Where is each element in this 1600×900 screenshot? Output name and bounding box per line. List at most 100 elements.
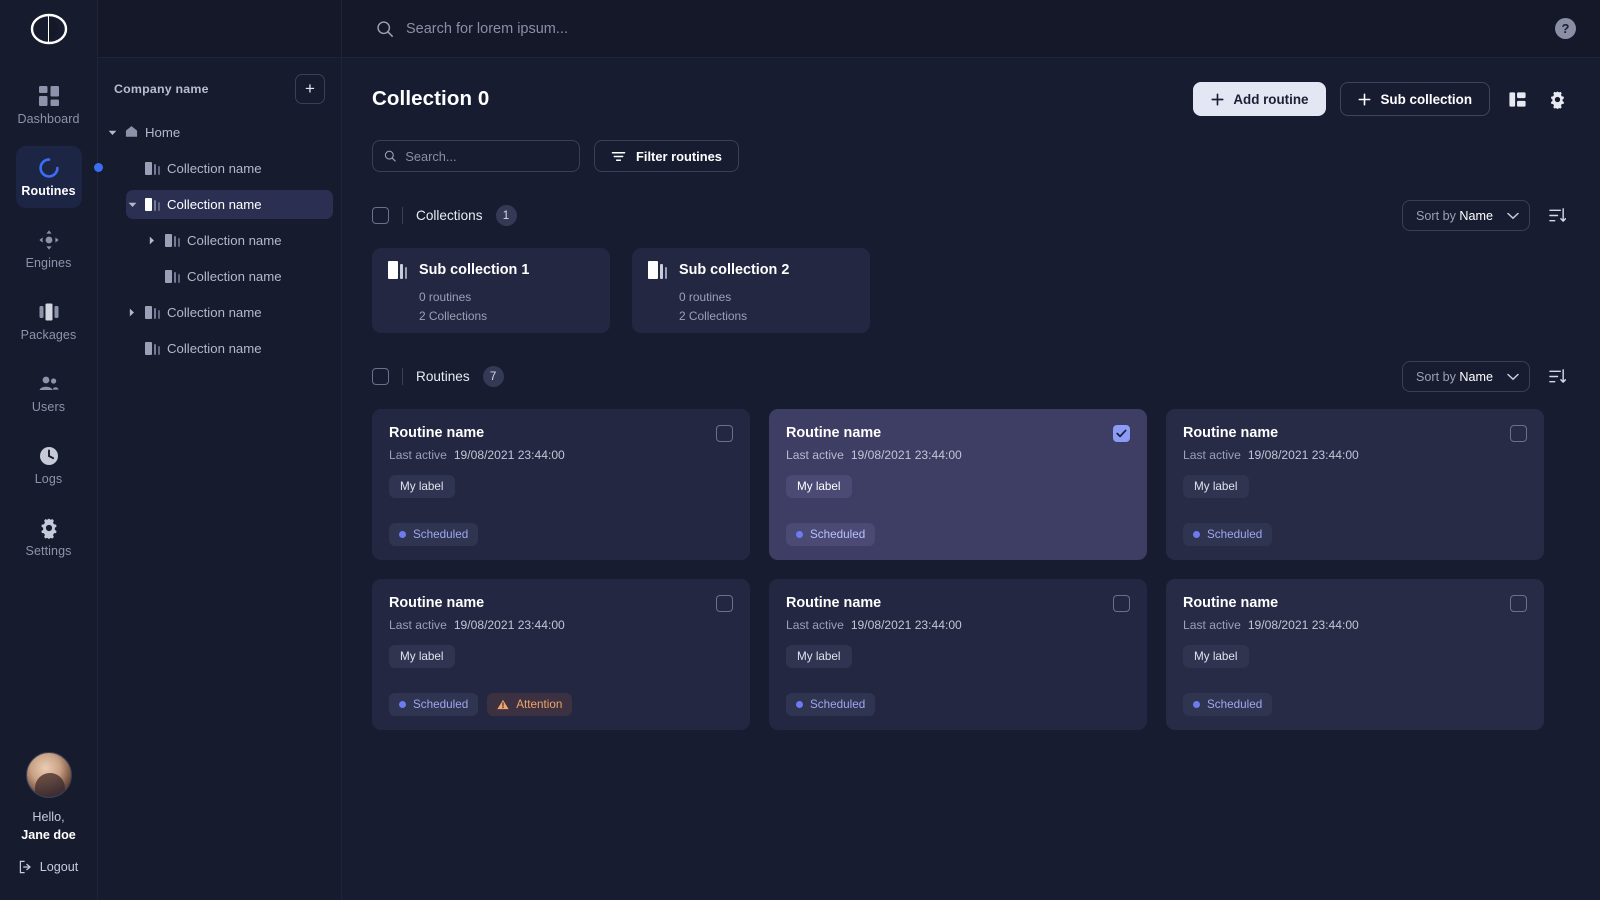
user-greeting: Hello, Jane doe xyxy=(21,808,76,845)
routine-card[interactable]: Routine name Last active 19/08/2021 23:44:… xyxy=(372,579,750,730)
collections-select-group: Collections 1 xyxy=(372,205,517,226)
collection-icon xyxy=(145,306,160,319)
help-icon[interactable]: ? xyxy=(1555,18,1576,39)
page-header-actions: Add routine Sub collection xyxy=(1193,82,1570,116)
routine-label-tag: My label xyxy=(786,645,852,668)
status-dot-icon xyxy=(399,701,406,708)
caret-right-icon[interactable] xyxy=(146,236,158,245)
sub-collection-card[interactable]: Sub collection 2 0 routines 2 Collections xyxy=(632,248,870,333)
routine-card[interactable]: Routine name Last active 19/08/2021 23:44:… xyxy=(769,409,1147,560)
sidebar-item-settings[interactable]: Settings xyxy=(16,506,82,568)
avatar[interactable] xyxy=(25,751,72,798)
caret-down-icon[interactable] xyxy=(106,130,118,136)
tree-item-label: Collection name xyxy=(167,341,262,356)
tree-item[interactable]: Collection name xyxy=(126,190,333,219)
collections-count: 2 Collections xyxy=(419,308,488,323)
last-active-label: Last active xyxy=(786,448,844,462)
routine-card[interactable]: Routine name Last active 19/08/2021 23:44:… xyxy=(372,409,750,560)
routine-name: Routine name xyxy=(389,425,485,441)
rail-user-section: Hello, Jane doe Logout xyxy=(0,751,97,900)
collections-section-header: Collections 1 Sort by Name xyxy=(372,200,1570,231)
routines-count: 0 routines xyxy=(679,290,732,304)
settings-button[interactable] xyxy=(1544,86,1570,112)
collections-sort-select[interactable]: Sort by Name xyxy=(1402,200,1530,231)
routine-card[interactable]: Routine name Last active 19/08/2021 23:44:… xyxy=(769,579,1147,730)
status-dot-icon xyxy=(1193,531,1200,538)
sidebar-item-dashboard[interactable]: Dashboard xyxy=(16,74,82,136)
filter-routines-button[interactable]: Filter routines xyxy=(594,140,739,172)
routine-name: Routine name xyxy=(1183,595,1279,611)
routine-label-tag: My label xyxy=(1183,475,1249,498)
status-label: Scheduled xyxy=(413,698,469,711)
sidebar-item-engines[interactable]: Engines xyxy=(16,218,82,280)
tree-item[interactable]: Collection name xyxy=(126,298,333,327)
routine-select-checkbox[interactable] xyxy=(1113,595,1130,612)
sidebar-item-users[interactable]: Users xyxy=(16,362,82,424)
routines-sort-select[interactable]: Sort by Name xyxy=(1402,361,1530,392)
routine-select-checkbox[interactable] xyxy=(1510,595,1527,612)
collection-icon xyxy=(648,261,668,279)
search-input[interactable] xyxy=(405,148,568,164)
tree-item[interactable]: Collection name xyxy=(146,226,333,255)
sidebar-item-label: Dashboard xyxy=(17,111,80,126)
sidebar-item-routines[interactable]: Routines xyxy=(15,146,82,208)
divider xyxy=(402,368,403,385)
gear-icon xyxy=(1550,90,1564,109)
routines-section-header: Routines 7 Sort by Name xyxy=(372,361,1570,392)
sub-collection-card[interactable]: Sub collection 1 0 routines 2 Collections xyxy=(372,248,610,333)
routine-select-checkbox[interactable] xyxy=(716,595,733,612)
routine-last-active: Last active 19/08/2021 23:44:00 xyxy=(389,618,733,632)
attention-label: Attention xyxy=(516,698,563,711)
sidebar-item-label: Packages xyxy=(20,327,77,342)
filter-routines-label: Filter routines xyxy=(636,148,722,164)
sub-collection-label: Sub collection xyxy=(1380,91,1472,107)
caret-down-icon[interactable] xyxy=(126,202,138,208)
sidebar-item-packages[interactable]: Packages xyxy=(16,290,82,352)
last-active-label: Last active xyxy=(786,618,844,632)
select-all-collections-checkbox[interactable] xyxy=(372,207,389,224)
add-collection-button[interactable]: + xyxy=(295,74,325,104)
global-search[interactable] xyxy=(376,20,1555,38)
routine-name: Routine name xyxy=(786,425,882,441)
tree-item[interactable]: Collection name xyxy=(126,154,333,183)
sort-value: Name xyxy=(1459,369,1493,384)
search-icon xyxy=(377,20,393,37)
tree-item[interactable]: Collection name xyxy=(126,334,333,363)
select-all-routines-checkbox[interactable] xyxy=(372,368,389,385)
status-badge: Scheduled xyxy=(1183,693,1273,716)
routine-last-active: Last active 19/08/2021 23:44:00 xyxy=(786,618,1130,632)
search-field[interactable] xyxy=(372,140,580,172)
add-routine-button[interactable]: Add routine xyxy=(1193,82,1327,116)
routine-status-row: Scheduled xyxy=(786,523,876,546)
caret-right-icon[interactable] xyxy=(126,308,138,317)
status-label: Scheduled xyxy=(1207,528,1263,541)
collections-sort-order-button[interactable] xyxy=(1544,203,1570,229)
tree-list: Home Collection name Collection name Collec… xyxy=(98,110,341,370)
divider xyxy=(402,207,403,224)
plus-icon xyxy=(1211,92,1224,106)
last-active-label: Last active xyxy=(389,618,447,632)
global-search-input[interactable] xyxy=(406,20,926,37)
app-logo[interactable] xyxy=(27,0,71,58)
last-active-date: 19/08/2021 23:44:00 xyxy=(453,618,565,632)
routine-status-row: Scheduled xyxy=(1183,693,1273,716)
routine-card[interactable]: Routine name Last active 19/08/2021 23:44:… xyxy=(1166,409,1544,560)
routines-sort-order-button[interactable] xyxy=(1544,364,1570,390)
routine-card[interactable]: Routine name Last active 19/08/2021 23:44:… xyxy=(1166,579,1544,730)
active-nav-indicator-dot xyxy=(94,163,103,172)
routine-select-checkbox[interactable] xyxy=(1510,425,1527,442)
attention-badge: Attention xyxy=(487,693,573,716)
status-dot-icon xyxy=(399,531,406,538)
tree-item[interactable]: Collection name xyxy=(146,262,333,291)
sidebar-item-logs[interactable]: Logs xyxy=(16,434,82,496)
tree-item[interactable]: Home xyxy=(106,118,333,147)
rail-nav-list: Dashboard Routines Engines Packages User… xyxy=(0,74,97,578)
routine-select-checkbox[interactable] xyxy=(1113,425,1130,442)
app-root: Dashboard Routines Engines Packages User… xyxy=(0,0,1600,900)
users-icon xyxy=(39,376,59,390)
routine-select-checkbox[interactable] xyxy=(716,425,733,442)
layout-toggle-button[interactable] xyxy=(1504,86,1530,112)
status-label: Scheduled xyxy=(810,698,866,711)
sub-collection-button[interactable]: Sub collection xyxy=(1340,82,1490,116)
logout-button[interactable]: Logout xyxy=(19,860,78,874)
